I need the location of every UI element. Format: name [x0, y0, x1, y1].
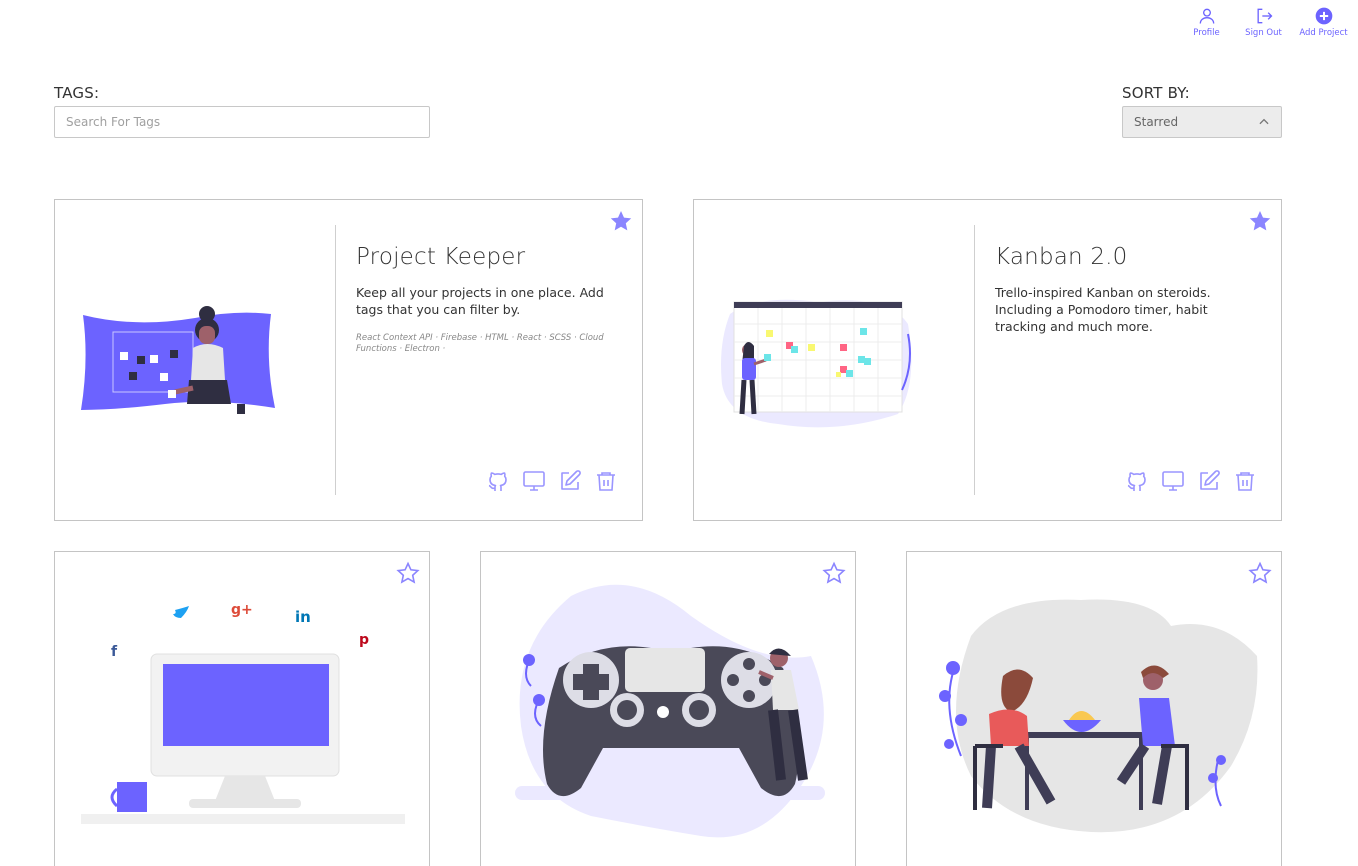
card-divider	[974, 225, 975, 495]
project-card[interactable]: Kanban 2.0 Trello-inspired Kanban on ste…	[693, 199, 1282, 521]
star-outline-icon[interactable]	[396, 561, 420, 585]
project-title: Kanban 2.0	[995, 244, 1128, 270]
top-nav: Profile Sign Out Add Project	[1183, 6, 1350, 38]
svg-text:p: p	[359, 632, 369, 648]
sign-out-icon	[1257, 8, 1272, 24]
monitor-icon[interactable]	[1161, 469, 1185, 493]
card-actions	[486, 469, 618, 493]
card-body: Project Keeper Keep all your projects in…	[356, 244, 620, 355]
card-actions	[1125, 469, 1257, 493]
chevron-up-icon	[1259, 118, 1269, 125]
star-filled-icon[interactable]	[609, 209, 633, 233]
sort-label: SORT BY:	[1122, 84, 1190, 102]
add-project-button[interactable]: Add Project	[1297, 6, 1350, 38]
svg-text:in: in	[295, 608, 311, 626]
github-icon[interactable]	[486, 469, 510, 493]
star-outline-icon[interactable]	[1248, 561, 1272, 585]
profile-label: Profile	[1193, 28, 1220, 38]
sort-select[interactable]: Starred	[1122, 106, 1282, 138]
game-controller-illustration	[515, 584, 825, 838]
edit-icon[interactable]	[558, 469, 582, 493]
user-icon	[1199, 8, 1214, 24]
project-tags: React Context API · Firebase · HTML · Re…	[356, 333, 604, 354]
monitor-icon[interactable]	[522, 469, 546, 493]
couple-dinner-illustration	[939, 599, 1258, 833]
sign-out-button[interactable]: Sign Out	[1240, 6, 1287, 38]
trash-icon[interactable]	[594, 469, 618, 493]
star-filled-icon[interactable]	[1248, 209, 1272, 233]
tags-label: TAGS:	[54, 84, 100, 102]
edit-icon[interactable]	[1197, 469, 1221, 493]
project-card[interactable]: Project Keeper Keep all your projects in…	[54, 199, 643, 521]
card-body: Kanban 2.0 Trello-inspired Kanban on ste…	[995, 244, 1259, 335]
project-description: Trello-inspired Kanban on steroids. Incl…	[995, 285, 1211, 334]
project-description: Keep all your projects in one place. Add…	[356, 285, 604, 317]
social-media-monitor-illustration: f g+ in p	[81, 602, 405, 824]
project-title: Project Keeper	[356, 244, 526, 270]
add-project-label: Add Project	[1299, 28, 1348, 38]
profile-button[interactable]: Profile	[1183, 6, 1230, 38]
kanban-board-illustration	[721, 299, 912, 428]
plus-circle-icon	[1315, 7, 1332, 25]
sort-value: Starred	[1134, 115, 1179, 129]
svg-text:g+: g+	[231, 602, 253, 618]
card-divider	[335, 225, 336, 495]
github-icon[interactable]	[1125, 469, 1149, 493]
woman-at-board-illustration	[81, 306, 275, 414]
project-card[interactable]	[480, 551, 856, 866]
svg-text:f: f	[111, 644, 118, 660]
sign-out-label: Sign Out	[1245, 28, 1282, 38]
tag-search-input[interactable]	[54, 106, 430, 138]
trash-icon[interactable]	[1233, 469, 1257, 493]
project-card[interactable]: f g+ in p	[54, 551, 430, 866]
project-card[interactable]	[906, 551, 1282, 866]
